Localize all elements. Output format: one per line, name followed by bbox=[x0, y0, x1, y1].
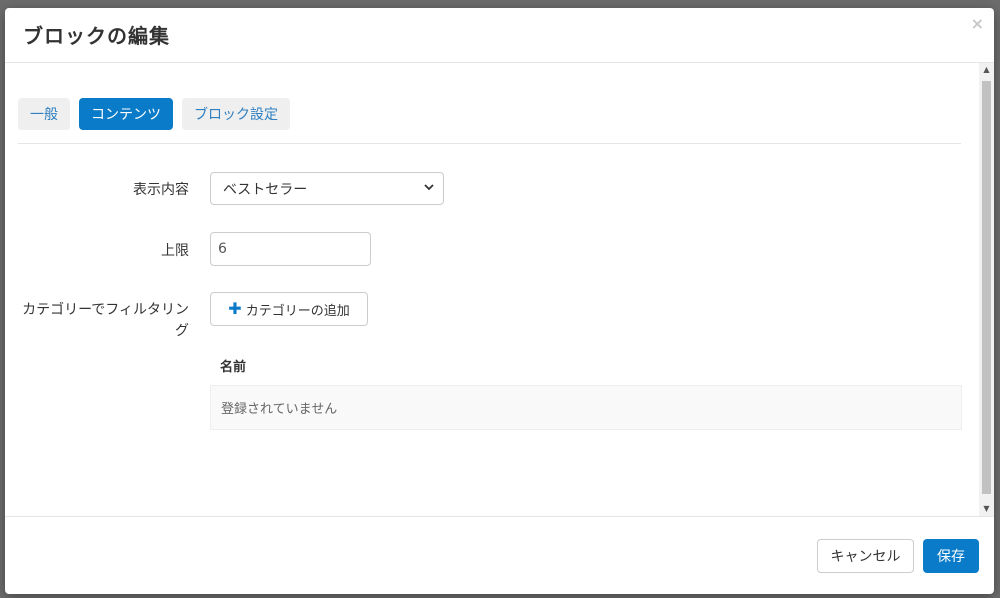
category-filter-label-line2: グ bbox=[175, 323, 189, 339]
table-empty-row: 登録されていません bbox=[210, 385, 962, 430]
limit-label: 上限 bbox=[161, 243, 189, 259]
add-category-button[interactable]: ✚ カテゴリーの追加 bbox=[210, 292, 368, 326]
close-icon[interactable]: × bbox=[971, 14, 984, 33]
tab-content[interactable]: コンテンツ bbox=[79, 98, 173, 130]
modal-body: 一般 コンテンツ ブロック設定 表示内容 ベストセラー 上限 6 カテゴリーでフ… bbox=[5, 63, 994, 516]
tab-general[interactable]: 一般 bbox=[18, 98, 70, 130]
modal-title: ブロックの編集 bbox=[23, 24, 170, 48]
scroll-down-arrow-icon[interactable]: ▼ bbox=[979, 502, 994, 516]
category-filter-label: カテゴリーでフィルタリン グ bbox=[19, 300, 189, 342]
plus-icon: ✚ bbox=[228, 299, 242, 318]
display-content-label: 表示内容 bbox=[133, 182, 189, 198]
add-category-label: カテゴリーの追加 bbox=[245, 303, 350, 319]
display-content-select[interactable]: ベストセラー bbox=[210, 172, 444, 205]
scroll-thumb[interactable] bbox=[982, 81, 991, 494]
limit-input[interactable]: 6 bbox=[210, 232, 371, 266]
tab-bar: 一般 コンテンツ ブロック設定 bbox=[18, 98, 290, 130]
modal-header: ブロックの編集 × bbox=[5, 8, 994, 63]
chevron-down-icon bbox=[424, 184, 434, 191]
modal-scrollbar[interactable]: ▲ ▼ bbox=[979, 63, 994, 516]
edit-block-modal: ブロックの編集 × 一般 コンテンツ ブロック設定 表示内容 ベストセラー 上限… bbox=[5, 8, 994, 594]
tab-block-settings[interactable]: ブロック設定 bbox=[182, 98, 290, 130]
cancel-button[interactable]: キャンセル bbox=[817, 539, 914, 573]
tabs-divider bbox=[18, 143, 961, 144]
save-button[interactable]: 保存 bbox=[923, 539, 979, 573]
category-filter-label-line1: カテゴリーでフィルタリン bbox=[22, 302, 189, 318]
scroll-up-arrow-icon[interactable]: ▲ bbox=[979, 63, 994, 77]
modal-footer: キャンセル 保存 bbox=[5, 516, 994, 594]
table-header-name: 名前 bbox=[220, 360, 247, 375]
display-content-value: ベストセラー bbox=[223, 181, 308, 198]
